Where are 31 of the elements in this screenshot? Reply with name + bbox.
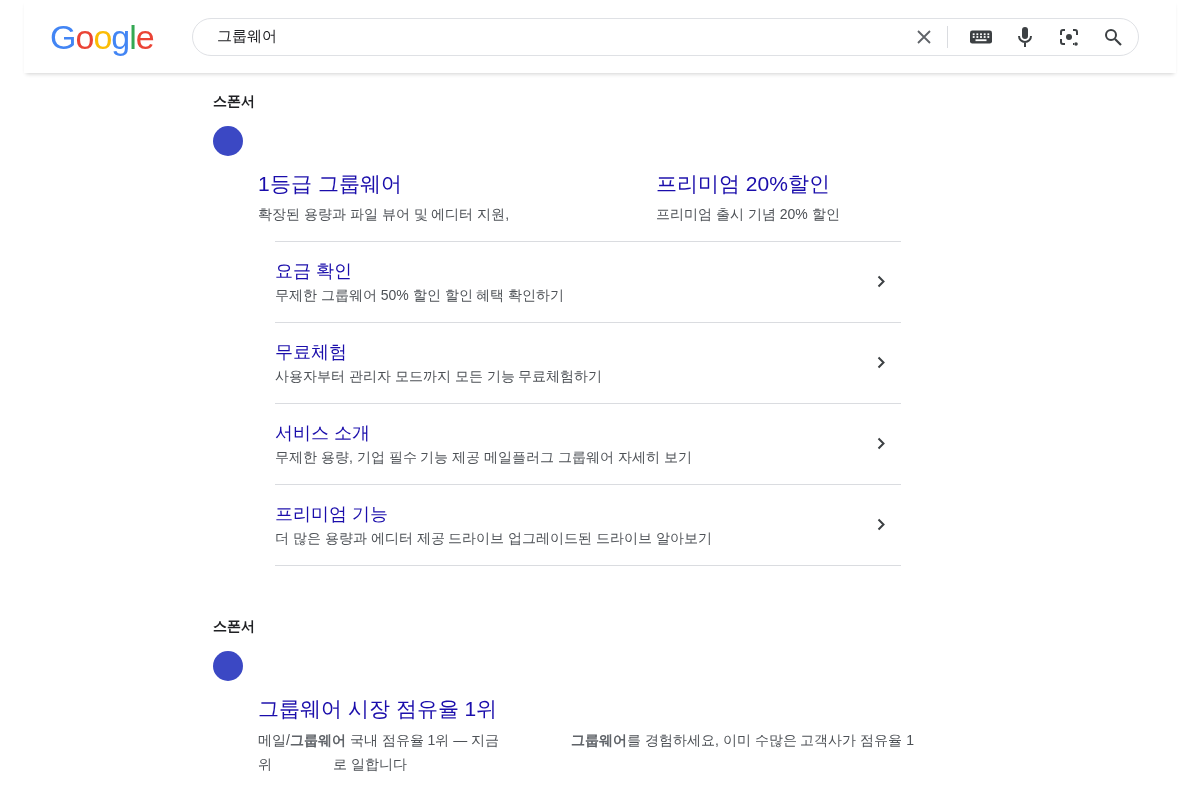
site-icon	[213, 126, 243, 156]
ad-title-link[interactable]: 1등급 그룹웨어	[258, 172, 402, 195]
chevron-icon	[877, 356, 885, 369]
ad-title-link[interactable]: 그룹웨어 시장 점유율 1위	[258, 696, 498, 720]
logo[interactable]: Google	[50, 19, 192, 54]
sponsored-label: 스폰서	[213, 92, 256, 111]
chevron-icon	[877, 275, 885, 288]
sitelink-description: 무제한 그룹웨어 50% 할인 할인 혜택 확인하기	[275, 285, 566, 305]
sitelink-description: 무제한 용량, 기업 필수 기능 제공 메일플러그 그룹웨어 자세히 보기	[275, 447, 693, 467]
ad-description: 위	[258, 755, 273, 774]
ad-description: 확장된 용량과 파일 뷰어 및 에디터 지원,	[258, 204, 511, 224]
sitelink-description: 사용자부터 관리자 모드까지 모든 기능 무료체험하기	[275, 366, 604, 386]
ad-description: 메일/그룹웨어 국내 점유율 1위 — 지금	[258, 731, 501, 750]
chevron-icon	[877, 437, 885, 450]
ad-title-link[interactable]: 프리미엄 20%할인	[656, 172, 830, 195]
sitelink-row[interactable]: 무료체험 사용자부터 관리자 모드까지 모든 기능 무료체험하기	[275, 322, 901, 404]
sitelink-description: 더 많은 용량과 에디터 제공 드라이브 업그레이드된 드라이브 알아보기	[275, 528, 714, 548]
chevron-icon	[877, 518, 885, 531]
site-icon	[213, 650, 243, 681]
search-field[interactable]: 그룹웨어	[215, 24, 891, 49]
ad-description: 로 일합니다	[333, 755, 408, 774]
ad-description: 그룹웨어를 경험하세요, 이미 수많은 고객사가 점유율 1	[571, 731, 915, 750]
sitelink-row[interactable]: 요금 확인 무제한 그룹웨어 50% 할인 할인 혜택 확인하기	[275, 241, 901, 323]
sitelink-title: 무료체험	[275, 340, 348, 364]
sitelink-title: 서비스 소개	[275, 421, 371, 445]
sitelink-row[interactable]: 서비스 소개 무제한 용량, 기업 필수 기능 제공 메일플러그 그룹웨어 자세히 보기	[275, 403, 901, 485]
ad-description: 프리미엄 출시 기념 20% 할인	[656, 204, 841, 224]
sitelink-title: 요금 확인	[275, 259, 353, 283]
sponsored-label: 스폰서	[213, 616, 256, 636]
sitelink-row[interactable]: 프리미엄 기능 더 많은 용량과 에디터 제공 드라이브 업그레이드된 드라이브 알아보기	[275, 484, 901, 566]
sitelink-title: 프리미엄 기능	[275, 502, 389, 526]
